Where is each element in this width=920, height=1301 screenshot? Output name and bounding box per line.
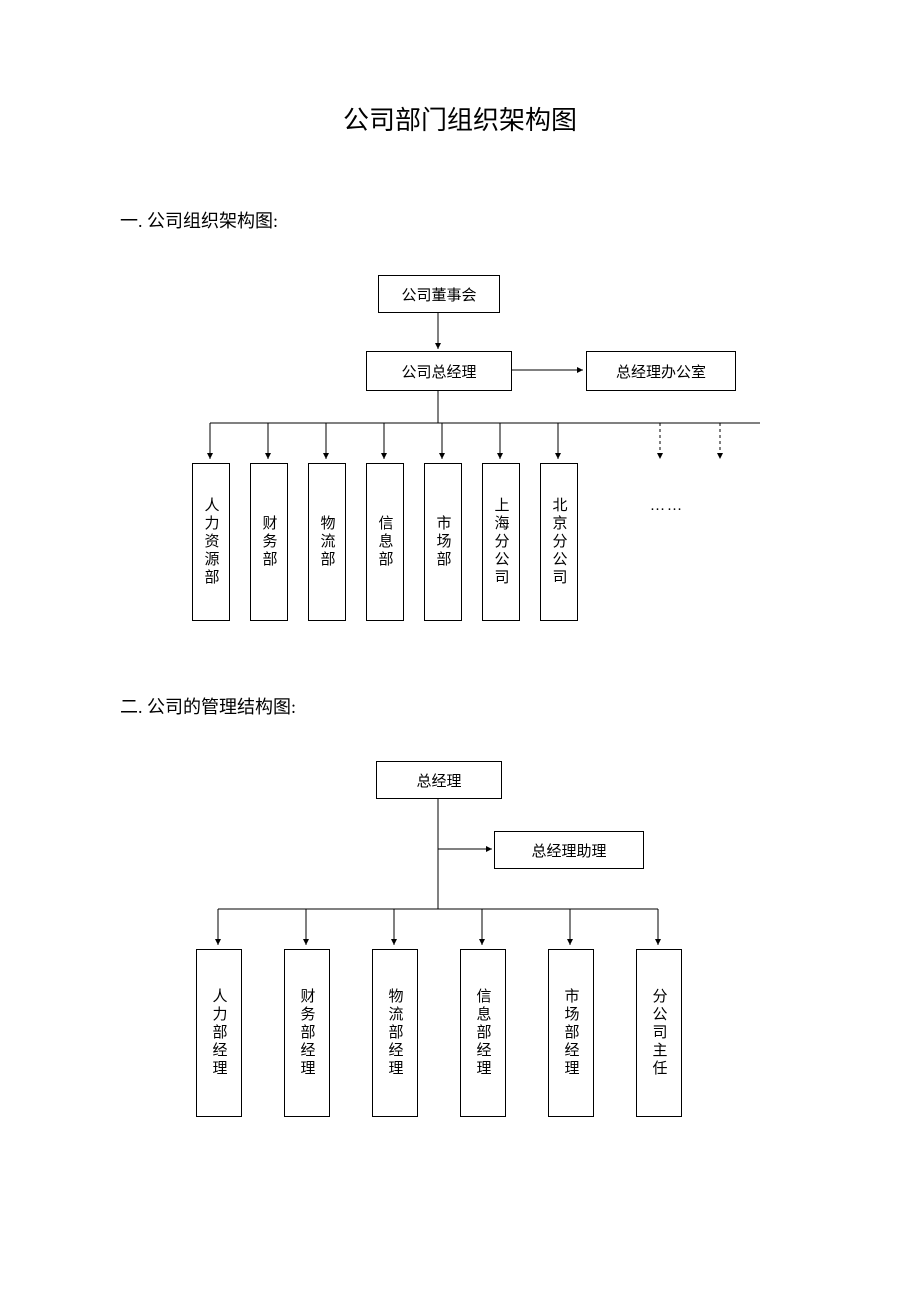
- section1-heading: 一. 公司组织架构图:: [120, 207, 800, 233]
- node-dept-marketing: 市场部: [424, 463, 462, 621]
- node-ellipsis: ……: [650, 498, 684, 515]
- node-dept-hr: 人力资源部: [192, 463, 230, 621]
- node-mgr-logistics: 物流部经理: [372, 949, 418, 1117]
- node-gm: 总经理: [376, 761, 502, 799]
- node-mgr-finance: 财务部经理: [284, 949, 330, 1117]
- org-chart-2: 总经理 总经理助理 人力部经理 财务部经理 物流部经理 信息部经理 市场部经理 …: [180, 759, 800, 1119]
- node-company-board: 公司董事会: [378, 275, 500, 313]
- node-mgr-it: 信息部经理: [460, 949, 506, 1117]
- org-chart-1: 公司董事会 公司总经理 总经理办公室 人力资源部 财务部 物流部 信息部 市场部…: [180, 273, 800, 633]
- section2-heading: 二. 公司的管理结构图:: [120, 693, 800, 719]
- node-dept-it: 信息部: [366, 463, 404, 621]
- page: 公司部门组织架构图 一. 公司组织架构图:: [0, 0, 920, 1179]
- node-general-manager: 公司总经理: [366, 351, 512, 391]
- node-dept-logistics: 物流部: [308, 463, 346, 621]
- node-branch-shanghai: 上海分公司: [482, 463, 520, 621]
- node-mgr-hr: 人力部经理: [196, 949, 242, 1117]
- node-gm-assistant: 总经理助理: [494, 831, 644, 869]
- document-title: 公司部门组织架构图: [120, 100, 800, 137]
- node-dept-finance: 财务部: [250, 463, 288, 621]
- node-mgr-marketing: 市场部经理: [548, 949, 594, 1117]
- node-gm-office: 总经理办公室: [586, 351, 736, 391]
- node-branch-beijing: 北京分公司: [540, 463, 578, 621]
- node-mgr-branch: 分公司主任: [636, 949, 682, 1117]
